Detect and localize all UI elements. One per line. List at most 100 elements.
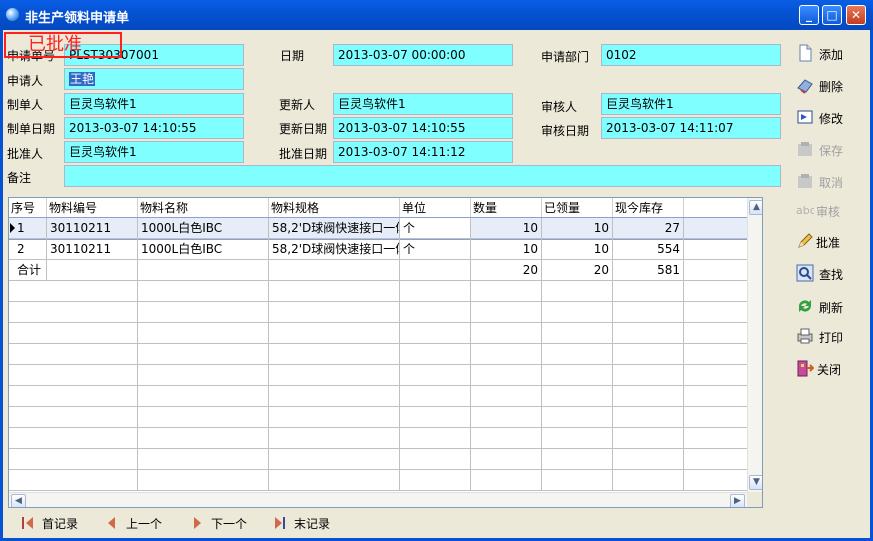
dept-field[interactable]: 0102 — [601, 44, 781, 66]
col-unit[interactable]: 单位 — [400, 198, 471, 218]
applicant-field[interactable]: 王艳 — [64, 68, 244, 90]
print-button[interactable]: 打印 — [794, 325, 864, 349]
close-button[interactable]: 关闭 — [794, 357, 864, 381]
remark-field[interactable] — [64, 165, 781, 187]
scroll-up-icon[interactable]: ▲ — [749, 200, 762, 215]
empty-cell — [269, 470, 400, 490]
empty-cell — [269, 428, 400, 448]
col-qty[interactable]: 数量 — [471, 198, 542, 218]
delete-label: 删除 — [819, 80, 844, 94]
approve-button[interactable]: 批准 — [794, 230, 864, 254]
auditor-field[interactable]: 巨灵鸟软件1 — [601, 93, 781, 115]
date-field[interactable]: 2013-03-07 00:00:00 — [333, 44, 513, 66]
save-button[interactable]: 保存 — [794, 138, 864, 162]
update-date-field[interactable]: 2013-03-07 14:10:55 — [333, 117, 513, 139]
minimize-button[interactable]: _ — [799, 5, 819, 25]
table-row[interactable]: 1 30110211 1000L白色IBC 58,2'D球阀快速接口一体 个 1… — [9, 217, 748, 240]
empty-cell — [400, 344, 471, 364]
empty-cell — [542, 344, 613, 364]
edit-icon — [797, 110, 813, 124]
col-code[interactable]: 物料编号 — [47, 198, 138, 218]
empty-cell — [400, 407, 471, 427]
save-icon — [798, 142, 812, 156]
empty-cell — [613, 386, 684, 406]
empty-row — [9, 344, 747, 365]
empty-row — [9, 365, 747, 386]
approver-field[interactable]: 巨灵鸟软件1 — [64, 141, 244, 163]
total-qty: 20 — [471, 260, 542, 280]
empty-cell — [542, 470, 613, 490]
refresh-button[interactable]: 刷新 — [794, 295, 864, 319]
col-spec[interactable]: 物料规格 — [269, 198, 400, 218]
next-record-button[interactable]: 下一个 — [190, 513, 260, 533]
total-taken: 20 — [542, 260, 613, 280]
find-label: 查找 — [819, 268, 844, 282]
empty-cell — [400, 281, 471, 301]
empty-cell — [471, 470, 542, 490]
col-taken[interactable]: 已领量 — [542, 198, 613, 218]
last-record-button[interactable]: 末记录 — [273, 513, 343, 533]
close-icon: ✕ — [850, 8, 862, 22]
empty-cell — [400, 470, 471, 490]
empty-cell — [269, 386, 400, 406]
add-button[interactable]: 添加 — [794, 42, 864, 66]
approve-label: 批准 — [816, 236, 841, 250]
horizontal-scrollbar[interactable]: ◀ ▶ — [9, 492, 747, 507]
scroll-right-icon[interactable]: ▶ — [730, 494, 745, 507]
maximize-button[interactable]: □ — [822, 5, 842, 25]
new-document-icon — [799, 44, 812, 62]
cell-name: 1000L白色IBC — [138, 218, 269, 238]
empty-cell — [613, 365, 684, 385]
col-stock[interactable]: 现今库存 — [613, 198, 684, 218]
approve-date-label: 批准日期 — [279, 147, 328, 161]
prev-record-button[interactable]: 上一个 — [105, 513, 175, 533]
approve-date-field[interactable]: 2013-03-07 14:11:12 — [333, 141, 513, 163]
empty-cell — [542, 449, 613, 469]
audit-button[interactable]: abc 审核 — [794, 199, 864, 223]
cell-taken: 10 — [542, 218, 613, 238]
empty-row — [9, 428, 747, 449]
empty-cell — [269, 281, 400, 301]
detail-grid[interactable]: 序号 物料编号 物料名称 物料规格 单位 数量 已领量 现今库存 1 30110… — [8, 197, 763, 508]
col-seq[interactable]: 序号 — [9, 198, 47, 218]
cell-unit[interactable]: 个 — [400, 218, 471, 238]
empty-cell — [47, 365, 138, 385]
pencil-icon — [798, 233, 813, 248]
exit-door-icon — [797, 360, 814, 377]
col-name[interactable]: 物料名称 — [138, 198, 269, 218]
updater-field[interactable]: 巨灵鸟软件1 — [333, 93, 513, 115]
find-button[interactable]: 查找 — [794, 262, 864, 286]
edit-button[interactable]: 修改 — [794, 106, 864, 130]
empty-cell — [269, 365, 400, 385]
cell-empty — [400, 260, 471, 280]
empty-row — [9, 323, 747, 344]
prev-record-label: 上一个 — [126, 517, 163, 531]
cell-code: 30110211 — [47, 239, 138, 259]
vertical-scrollbar[interactable]: ▲ ▼ — [747, 198, 762, 492]
delete-button[interactable]: 删除 — [794, 74, 864, 98]
cell-unit: 个 — [400, 239, 471, 259]
scroll-down-icon[interactable]: ▼ — [749, 475, 762, 490]
empty-cell — [400, 323, 471, 343]
remark-label: 备注 — [7, 171, 32, 185]
make-date-field[interactable]: 2013-03-07 14:10:55 — [64, 117, 244, 139]
cancel-button[interactable]: 取消 — [794, 170, 864, 194]
scroll-left-icon[interactable]: ◀ — [11, 494, 26, 507]
maker-field[interactable]: 巨灵鸟软件1 — [64, 93, 244, 115]
print-label: 打印 — [819, 331, 844, 345]
empty-cell — [613, 407, 684, 427]
cell-stock: 554 — [613, 239, 684, 259]
close-label: 关闭 — [817, 363, 842, 377]
last-record-icon — [275, 517, 285, 529]
close-window-button[interactable]: ✕ — [846, 5, 866, 25]
table-row[interactable]: 2 30110211 1000L白色IBC 58,2'D球阀快速接口一体 个 1… — [9, 239, 747, 260]
empty-cell — [138, 470, 269, 490]
cell-spec: 58,2'D球阀快速接口一体 — [269, 218, 400, 238]
empty-cell — [269, 344, 400, 364]
empty-cell — [613, 281, 684, 301]
empty-row — [9, 470, 747, 491]
empty-cell — [542, 281, 613, 301]
first-record-button[interactable]: 首记录 — [21, 513, 91, 533]
audit-date-field[interactable]: 2013-03-07 14:11:07 — [601, 117, 781, 139]
cell-name: 1000L白色IBC — [138, 239, 269, 259]
